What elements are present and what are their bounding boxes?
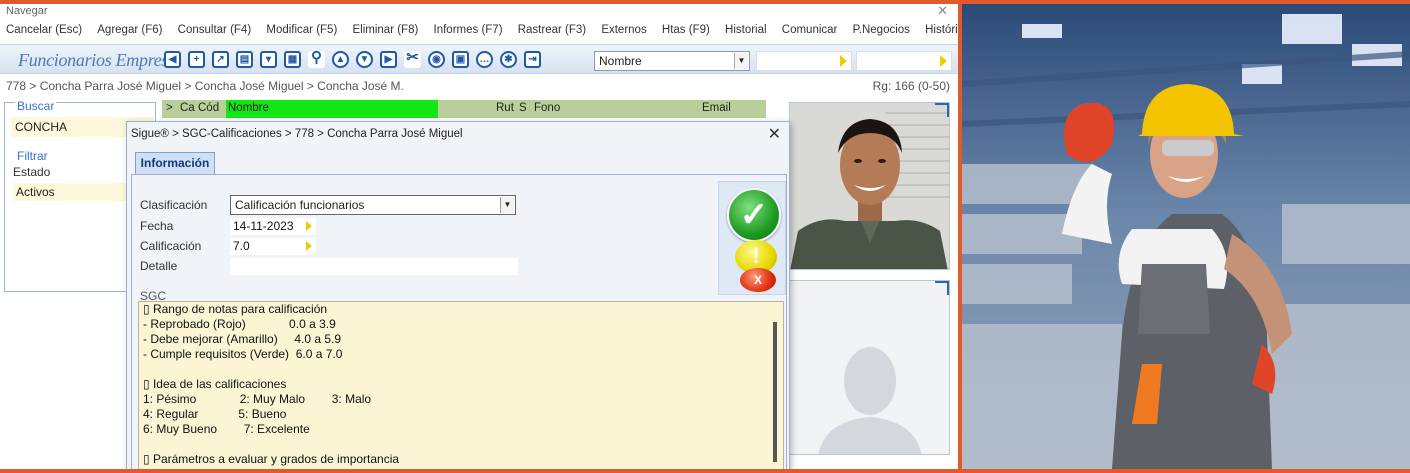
calificacion-label: Calificación xyxy=(140,239,202,253)
col-fono[interactable]: Fono xyxy=(534,102,560,114)
factory-worker-photo xyxy=(962,4,1410,469)
arrow-right-icon xyxy=(306,221,312,231)
cancel-x-icon[interactable]: X xyxy=(740,268,776,292)
col-email[interactable]: Email xyxy=(702,102,731,114)
order-select-value: Nombre xyxy=(599,54,642,68)
search-legend: Buscar xyxy=(15,99,57,113)
clasificacion-select[interactable]: Calificación funcionarios ▼ xyxy=(230,195,516,215)
menu-historial[interactable]: Historial xyxy=(719,24,773,36)
chat-icon[interactable]: … xyxy=(476,51,493,68)
menu-modificar[interactable]: Modificar (F5) xyxy=(260,24,343,36)
detalle-field[interactable] xyxy=(230,258,518,275)
filter-field-1[interactable] xyxy=(756,51,852,71)
col-nombre: Nombre xyxy=(228,102,269,114)
menu-htas[interactable]: Htas (F9) xyxy=(656,24,716,36)
menu-informes[interactable]: Informes (F7) xyxy=(428,24,509,36)
col-nombre-header[interactable]: Nombre xyxy=(226,100,438,118)
menu-agregar[interactable]: Agregar (F6) xyxy=(91,24,168,36)
window-title: Navegar xyxy=(6,5,48,17)
menu-externos[interactable]: Externos xyxy=(595,24,652,36)
book-icon[interactable]: ▤ xyxy=(236,51,253,68)
trash-icon[interactable]: ▾ xyxy=(260,51,277,68)
menu-consultar[interactable]: Consultar (F4) xyxy=(172,24,258,36)
filter-legend: Filtrar xyxy=(15,149,50,163)
settings-icon[interactable]: ✱ xyxy=(500,51,517,68)
arrow-right-icon xyxy=(840,55,847,67)
factory-worker-image xyxy=(962,4,1410,469)
calificacion-value: 7.0 xyxy=(233,239,250,253)
tab-panel: Clasificación Calificación funcionarios … xyxy=(131,174,787,469)
view-icon[interactable]: ◉ xyxy=(428,51,445,68)
down-icon[interactable]: ▼ xyxy=(356,51,373,68)
menu-historico[interactable]: Histórico xyxy=(919,24,958,36)
grid-icon[interactable]: ▣ xyxy=(452,51,469,68)
add-icon[interactable]: + xyxy=(188,51,205,68)
clasificacion-label: Clasificación xyxy=(140,198,208,212)
sgc-textarea[interactable]: ▯ Rango de notas para calificación - Rep… xyxy=(138,301,784,469)
menu-eliminar[interactable]: Eliminar (F8) xyxy=(347,24,425,36)
arrow-right-icon xyxy=(306,241,312,251)
detalle-label: Detalle xyxy=(140,259,178,273)
chevron-down-icon: ▼ xyxy=(500,197,514,213)
print-icon[interactable]: ▦ xyxy=(284,51,301,68)
breadcrumb-path: 778 > Concha Parra José Miguel > Concha … xyxy=(6,79,404,93)
col-ca[interactable]: Ca xyxy=(180,102,195,114)
confirm-check-icon[interactable]: ✓ xyxy=(727,188,781,242)
dialog-title: Sigue® > SGC-Calificaciones > 778 > Conc… xyxy=(131,128,463,140)
close-icon[interactable]: ✕ xyxy=(937,4,948,19)
menu-comunicar[interactable]: Comunicar xyxy=(776,24,844,36)
menu-cancelar[interactable]: Cancelar (Esc) xyxy=(0,24,88,36)
breadcrumb: 778 > Concha Parra José Miguel > Concha … xyxy=(0,76,958,96)
tab-informacion[interactable]: Información xyxy=(135,152,215,174)
photo-corner-marker xyxy=(935,281,949,295)
employee-portrait xyxy=(790,103,949,269)
window-titlebar: Navegar ✕ xyxy=(0,4,958,22)
record-count: Rg: 166 (0-50) xyxy=(872,79,950,93)
avatar-silhouette-icon xyxy=(818,347,922,454)
calificacion-dialog: Sigue® > SGC-Calificaciones > 778 > Conc… xyxy=(126,121,790,469)
fecha-value: 14-11-2023 xyxy=(233,219,294,233)
app-title: Funcionarios Empresa xyxy=(18,50,177,70)
toolbar: Funcionarios Empresa ◀ + ↗ ▤ ▾ ▦ ⚲ ▲ ▼ ▶… xyxy=(0,44,958,74)
col-rut[interactable]: Rut xyxy=(496,102,514,114)
chevron-down-icon: ▼ xyxy=(734,53,748,69)
action-buttons: ✓ ! X xyxy=(718,181,786,295)
calificacion-field[interactable]: 7.0 xyxy=(230,238,316,255)
menu-bar: Cancelar (Esc) Agregar (F6) Consultar (F… xyxy=(0,24,958,42)
order-select[interactable]: Nombre ▼ xyxy=(594,51,750,71)
grid-header: > Ca Cód Nombre Rut S Fono Email xyxy=(162,100,766,118)
menu-pnegocios[interactable]: P.Negocios xyxy=(847,24,916,36)
menu-rastrear[interactable]: Rastrear (F3) xyxy=(512,24,592,36)
edit-icon[interactable]: ↗ xyxy=(212,51,229,68)
state-label: Estado xyxy=(13,165,51,179)
filter-field-2[interactable] xyxy=(856,51,952,71)
secondary-photo-placeholder xyxy=(789,280,950,455)
photo-corner-marker xyxy=(935,103,949,117)
next-icon[interactable]: ▶ xyxy=(380,51,397,68)
arrow-right-icon xyxy=(940,55,947,67)
back-icon[interactable]: ◀ xyxy=(164,51,181,68)
sgc-text: ▯ Rango de notas para calificación - Rep… xyxy=(143,302,400,466)
close-icon[interactable]: ✕ xyxy=(768,124,781,144)
col-cod[interactable]: Cód xyxy=(198,102,219,114)
col-arrow: > xyxy=(166,102,173,114)
fecha-label: Fecha xyxy=(140,219,174,233)
up-icon[interactable]: ▲ xyxy=(332,51,349,68)
app-window: Navegar ✕ Cancelar (Esc) Agregar (F6) Co… xyxy=(0,4,958,469)
fecha-field[interactable]: 14-11-2023 xyxy=(230,218,316,235)
search-icon[interactable]: ⚲ xyxy=(308,50,325,68)
exit-icon[interactable]: ⇥ xyxy=(524,51,541,68)
employee-photo xyxy=(789,102,950,270)
clasificacion-value: Calificación funcionarios xyxy=(235,198,365,212)
col-s[interactable]: S xyxy=(519,102,527,114)
scrollbar[interactable] xyxy=(773,322,777,462)
tools-icon[interactable]: ✂ xyxy=(404,50,421,68)
